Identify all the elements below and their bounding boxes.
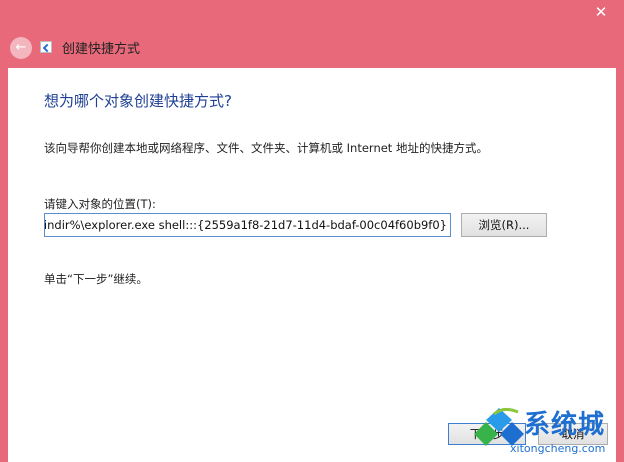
watermark-url: xitongcheng.com	[510, 442, 606, 455]
continue-instruction: 单击“下一步”继续。	[44, 272, 148, 286]
shortcut-icon	[40, 41, 52, 53]
wizard-description: 该向导帮你创建本地或网络程序、文件、文件夹、计算机或 Internet 地址的快…	[44, 141, 488, 155]
watermark-name: 系统城	[524, 410, 606, 440]
wizard-content: 想为哪个对象创建快捷方式? 该向导帮你创建本地或网络程序、文件、文件夹、计算机或…	[8, 68, 616, 462]
window-frame: ✕ ← 创建快捷方式 想为哪个对象创建快捷方式? 该向导帮你创建本地或网络程序、…	[0, 0, 624, 462]
page-heading: 想为哪个对象创建快捷方式?	[44, 92, 232, 110]
window-title: 创建快捷方式	[62, 42, 141, 57]
location-input-value: %windir%\explorer.exe shell:::{2559a1f8-…	[44, 218, 447, 232]
location-label: 请键入对象的位置(T):	[44, 197, 156, 211]
back-button[interactable]: ←	[10, 37, 32, 59]
title-bar: ← 创建快捷方式	[0, 30, 624, 66]
close-button[interactable]: ✕	[586, 2, 616, 22]
location-input[interactable]: %windir%\explorer.exe shell:::{2559a1f8-…	[44, 213, 451, 237]
watermark: 系统城 xitongcheng.com	[470, 404, 624, 462]
browse-button[interactable]: 浏览(R)...	[461, 213, 547, 237]
